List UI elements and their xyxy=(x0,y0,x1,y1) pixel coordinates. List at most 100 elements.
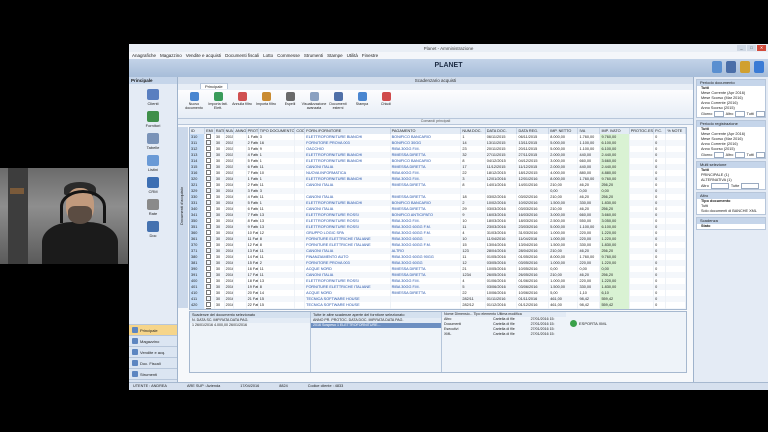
menu-item[interactable]: Strumenti xyxy=(304,53,323,58)
nav-item[interactable]: Principale xyxy=(129,324,177,335)
row-checkbox[interactable] xyxy=(206,230,212,235)
tools-icon[interactable] xyxy=(740,61,750,73)
left-shortcut[interactable]: Fornitori xyxy=(129,111,177,128)
row-checkbox[interactable] xyxy=(206,308,212,309)
table-row[interactable]: 421 302016 23 Fattura14 ACQUE NORDRIMESSA D… xyxy=(190,308,686,309)
filter-field[interactable] xyxy=(735,111,745,117)
filter-field[interactable] xyxy=(755,111,765,117)
row-checkbox[interactable] xyxy=(206,170,212,175)
row-checkbox[interactable] xyxy=(206,290,212,295)
minimize-button[interactable]: _ xyxy=(737,45,746,51)
row-checkbox[interactable] xyxy=(206,266,212,271)
row-checkbox[interactable] xyxy=(206,278,212,283)
row-checkbox[interactable] xyxy=(206,182,212,187)
ribbon-button[interactable]: Chiudi xyxy=(376,92,396,106)
filter-field[interactable] xyxy=(714,111,724,117)
filter-label: Altro xyxy=(701,184,709,188)
ribbon-icon xyxy=(381,92,391,101)
menu-item[interactable]: Magazzino xyxy=(160,53,182,58)
left-shortcut[interactable]: Tabelle xyxy=(129,133,177,150)
row-checkbox[interactable] xyxy=(206,254,212,259)
filter-option[interactable]: Solo documenti di BANCHE XML xyxy=(697,209,765,214)
row-checkbox[interactable] xyxy=(206,188,212,193)
help-icon[interactable] xyxy=(754,61,764,73)
nav-label: Vendite e acq. xyxy=(140,349,166,355)
ribbon-button[interactable]: Annulla filtro xyxy=(232,92,252,106)
row-checkbox[interactable] xyxy=(206,284,212,289)
row-checkbox[interactable] xyxy=(206,206,212,211)
row-checkbox[interactable] xyxy=(206,140,212,145)
left-shortcut[interactable]: Listini xyxy=(129,155,177,172)
tab-principale[interactable]: Principale xyxy=(200,83,228,89)
ribbon-button[interactable]: Visualizzazione avanzata xyxy=(302,92,326,110)
row-checkbox[interactable] xyxy=(206,224,212,229)
ribbon-button[interactable]: Espelli xyxy=(280,92,300,106)
nav-item[interactable]: Magazzino xyxy=(129,335,177,346)
row-checkbox[interactable] xyxy=(206,176,212,181)
back-icon[interactable] xyxy=(712,61,722,73)
row-checkbox[interactable] xyxy=(206,260,212,265)
ribbon-button[interactable]: Nuovo documento xyxy=(184,92,204,110)
row-checkbox[interactable] xyxy=(206,218,212,223)
menu-item[interactable]: Stampe xyxy=(327,53,343,58)
nav-item[interactable]: Doc. Fiscali xyxy=(129,357,177,368)
filter-field[interactable] xyxy=(755,152,765,158)
ribbon-button[interactable]: Importa fatt. Elett. xyxy=(208,92,228,110)
row-checkbox[interactable] xyxy=(206,296,212,301)
filter-option[interactable]: Stato xyxy=(697,224,765,229)
nav-label: Principale xyxy=(140,327,158,333)
files-panel: Nome Dimensio... Tipo elemento Ultima mo… xyxy=(442,312,566,372)
row-checkbox[interactable] xyxy=(206,164,212,169)
row-checkbox[interactable] xyxy=(206,236,212,241)
ribbon-button[interactable]: Stampa xyxy=(352,92,372,106)
menu-item[interactable]: Utilità xyxy=(347,53,358,58)
filter-field[interactable] xyxy=(735,152,745,158)
ribbon-icon xyxy=(285,92,295,101)
left-shortcut[interactable]: Rate xyxy=(129,199,177,216)
row-checkbox[interactable] xyxy=(206,146,212,151)
filter-field[interactable] xyxy=(714,152,724,158)
nav-item[interactable]: Vendite e acq. xyxy=(129,346,177,357)
filter-field[interactable] xyxy=(710,183,729,189)
export-xml-button[interactable]: ESPORTA XML xyxy=(570,320,607,327)
ribbon-icon xyxy=(213,92,223,101)
nav-icon xyxy=(132,349,138,355)
left-shortcut[interactable]: Clienti xyxy=(129,89,177,106)
menu-item[interactable]: Lotto xyxy=(263,53,273,58)
menu-item[interactable]: Commesse xyxy=(277,53,300,58)
row-checkbox[interactable] xyxy=(206,134,212,139)
menu-item[interactable]: Vendite e acquisti xyxy=(186,53,221,58)
row-checkbox[interactable] xyxy=(206,152,212,157)
menu-item[interactable]: Finestre xyxy=(362,53,378,58)
status-item: ARE SUP : Azienda xyxy=(186,384,221,388)
row-checkbox[interactable] xyxy=(206,248,212,253)
ribbon-button[interactable]: Documenti esterni xyxy=(328,92,348,110)
left-shortcut[interactable]: Doc xyxy=(129,221,177,238)
row-checkbox[interactable] xyxy=(206,200,212,205)
filter-field[interactable] xyxy=(741,183,760,189)
documents-grid[interactable]: IDEMIRATENUMANNOPROTOC.TIPO DOCUMENTOCOD… xyxy=(189,127,687,310)
filter-section: Multi selezione Tutti PRINCIPALE (1) ALTERN… xyxy=(696,161,766,190)
table-cell: ACQUE NORD xyxy=(304,308,391,309)
ribbon-group-label: Comandi principali xyxy=(178,119,693,125)
side-tab[interactable]: Documenti d'acquisto xyxy=(178,127,188,308)
menu-item[interactable]: Anagrafiche xyxy=(132,53,156,58)
row-checkbox[interactable] xyxy=(206,212,212,217)
maximize-button[interactable]: □ xyxy=(747,45,756,51)
menu-item[interactable]: Documenti fiscali xyxy=(225,53,259,58)
row-checkbox[interactable] xyxy=(206,272,212,277)
table-cell: 08/12/2016 xyxy=(516,308,550,309)
row-checkbox[interactable] xyxy=(206,242,212,247)
nav-item[interactable]: Strumenti xyxy=(129,368,177,379)
row-checkbox[interactable] xyxy=(206,194,212,199)
row-checkbox[interactable] xyxy=(206,158,212,163)
altre-scadenze-row[interactable]: 2016 Sospeso 1 ELETTROFORNITURE... xyxy=(311,323,441,328)
close-button[interactable]: ✕ xyxy=(757,45,766,51)
ribbon-button[interactable]: Importa filtro xyxy=(256,92,276,106)
status-bar: UTENTE : ANDREA ARE SUP : Azienda 17/04/20… xyxy=(129,382,768,390)
user-icon[interactable] xyxy=(726,61,736,73)
left-shortcut[interactable]: CRM xyxy=(129,177,177,194)
row-checkbox[interactable] xyxy=(206,302,212,307)
scadenza-row[interactable]: 1 26/01/2016 4.000,00 26/01/2016 xyxy=(190,323,310,328)
file-row[interactable]: XML Cartella di file 27/01/2016 15: xyxy=(442,332,566,337)
